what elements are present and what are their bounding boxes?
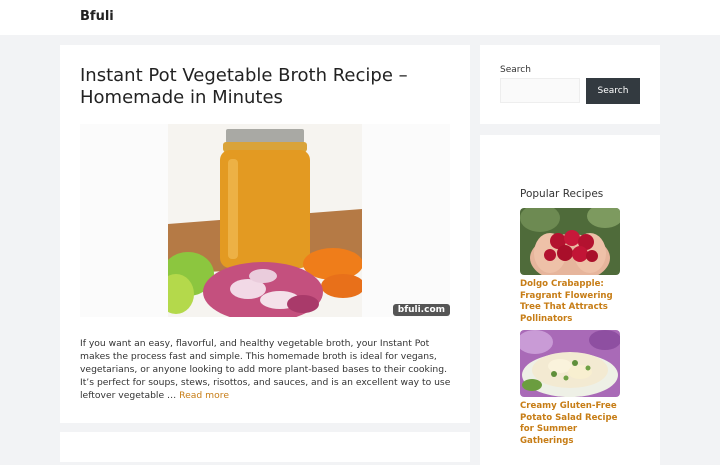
site-title[interactable]: Bfuli — [80, 9, 114, 24]
article-featured-image[interactable]: bfuli.com — [80, 124, 450, 317]
article-card: Instant Pot Vegetable Broth Recipe – Hom… — [60, 45, 470, 423]
search-widget: Search Search — [480, 45, 660, 124]
popular-recipes-widget: Popular Recipes Dolgo Crabapple: Fragran… — [480, 135, 660, 465]
potato-salad-thumbnail[interactable] — [520, 330, 620, 397]
recipe-link-crabapple[interactable]: Dolgo Crabapple: Fragrant Flowering Tree… — [520, 279, 630, 325]
search-button[interactable]: Search — [586, 78, 640, 104]
potato-salad-image — [520, 330, 620, 397]
search-label: Search — [500, 65, 531, 75]
crabapple-thumbnail[interactable] — [520, 208, 620, 275]
image-watermark: bfuli.com — [392, 304, 450, 316]
site-header: Bfuli — [0, 0, 720, 35]
crabapple-image — [520, 208, 620, 275]
article-title[interactable]: Instant Pot Vegetable Broth Recipe – Hom… — [80, 65, 460, 109]
popular-recipes-title: Popular Recipes — [520, 188, 604, 200]
excerpt-text: If you want an easy, flavorful, and heal… — [80, 338, 451, 401]
recipe-link-potato-salad[interactable]: Creamy Gluten-Free Potato Salad Recipe f… — [520, 401, 630, 447]
article-excerpt: If you want an easy, flavorful, and heal… — [80, 337, 455, 402]
search-input[interactable] — [500, 78, 580, 103]
read-more-link[interactable]: Read more — [179, 390, 229, 401]
next-article-card — [60, 432, 470, 462]
broth-jar-image — [168, 124, 362, 317]
